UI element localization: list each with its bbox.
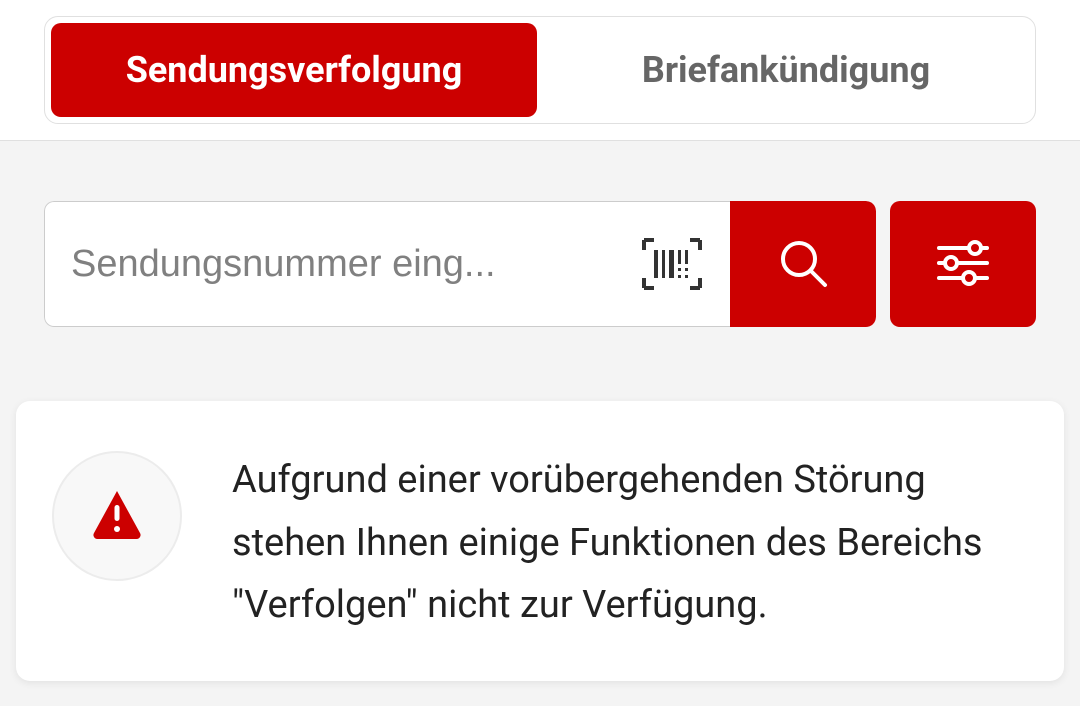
search-input-wrapper	[44, 201, 730, 327]
tab-tracking[interactable]: Sendungsverfolgung	[51, 23, 537, 117]
barcode-scan-icon[interactable]	[640, 236, 704, 292]
tracking-number-input[interactable]	[71, 243, 622, 286]
search-input-group	[44, 201, 876, 327]
search-button[interactable]	[730, 201, 876, 327]
warning-icon	[90, 487, 144, 545]
tabs-section: Sendungsverfolgung Briefankündigung	[0, 0, 1080, 141]
search-icon	[775, 235, 831, 294]
filter-settings-button[interactable]	[890, 201, 1036, 327]
alert-card: Aufgrund einer vorübergehenden Störung s…	[16, 401, 1064, 681]
tab-letter-notification[interactable]: Briefankündigung	[543, 23, 1029, 117]
search-row	[44, 201, 1036, 327]
search-section	[0, 141, 1080, 327]
alert-icon-container	[52, 451, 182, 581]
sliders-icon	[935, 238, 991, 291]
alert-message: Aufgrund einer vorübergehenden Störung s…	[232, 445, 1028, 637]
tabs-container: Sendungsverfolgung Briefankündigung	[44, 16, 1036, 124]
